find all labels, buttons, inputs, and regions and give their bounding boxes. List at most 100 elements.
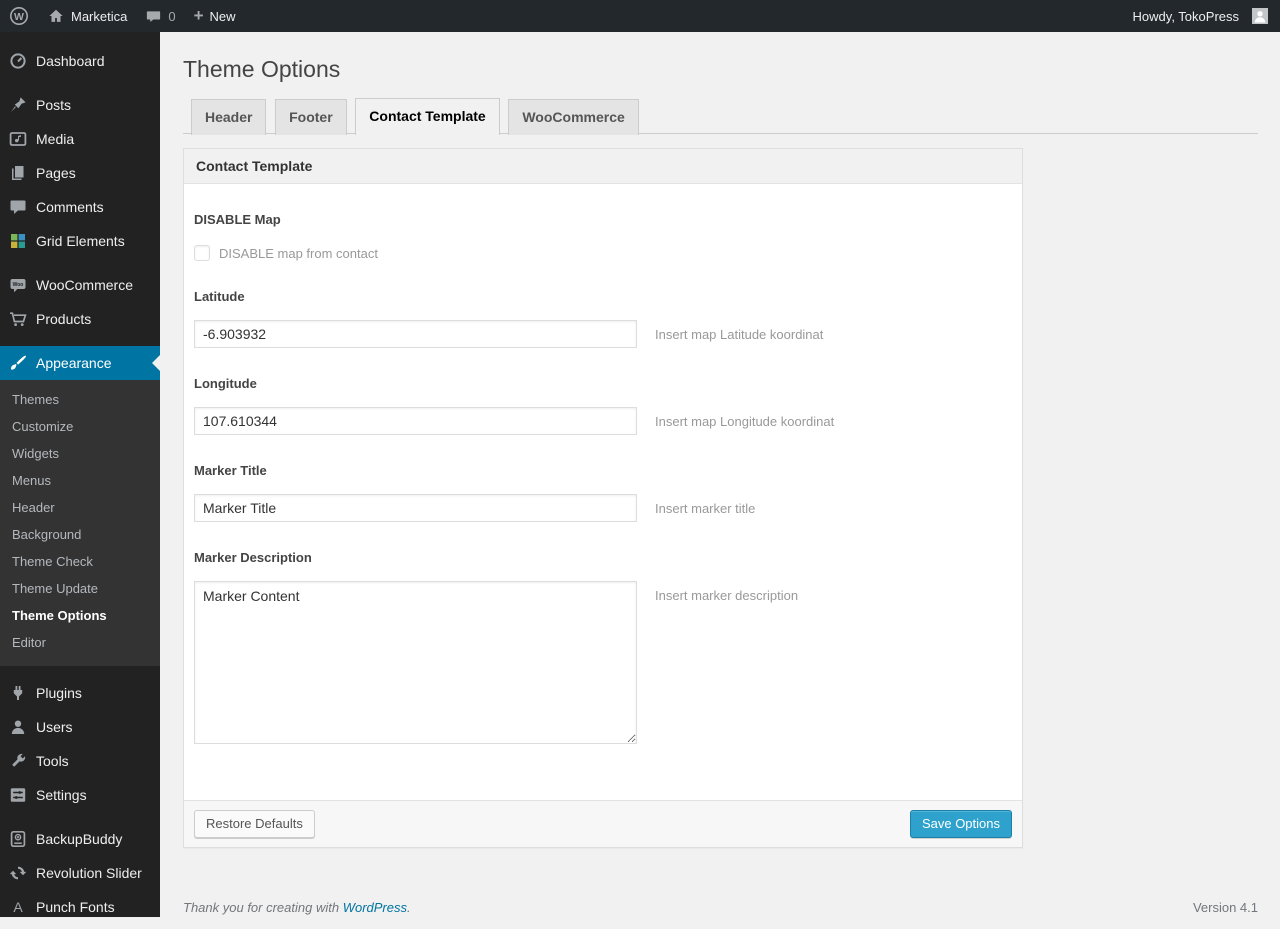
disable-map-checkbox[interactable]: [194, 245, 210, 261]
new-content-menu[interactable]: + New: [185, 0, 245, 32]
comment-count: 0: [168, 9, 175, 24]
options-panel: Contact Template DISABLE Map DISABLE map…: [183, 148, 1023, 848]
wordpress-logo: W: [9, 6, 29, 26]
sidebar-label: Revolution Slider: [36, 863, 142, 883]
sidebar-item-appearance[interactable]: Appearance: [0, 346, 160, 380]
panel-title: Contact Template: [184, 149, 1022, 184]
tab-header[interactable]: Header: [191, 99, 266, 135]
sidebar-label: Dashboard: [36, 51, 105, 71]
sidebar-item-pages[interactable]: Pages: [0, 156, 160, 190]
woocommerce-icon: Woo: [8, 275, 28, 295]
thanks-suffix: .: [407, 900, 411, 915]
refresh-icon: [8, 863, 28, 883]
submenu-item-customize[interactable]: Customize: [0, 413, 160, 440]
marker-title-help: Insert marker title: [655, 494, 755, 516]
tab-footer[interactable]: Footer: [275, 99, 347, 135]
admin-bar: W Marketica 0 + New Howdy, TokoPress: [0, 0, 1280, 32]
submenu-item-header[interactable]: Header: [0, 494, 160, 521]
submenu-item-menus[interactable]: Menus: [0, 467, 160, 494]
sidebar-item-revolution-slider[interactable]: Revolution Slider: [0, 856, 160, 890]
submenu-item-theme-update[interactable]: Theme Update: [0, 575, 160, 602]
longitude-input[interactable]: [194, 407, 637, 435]
marker-title-row: Insert marker title: [194, 494, 1012, 522]
svg-text:Woo: Woo: [13, 282, 24, 288]
menu-separator: [0, 666, 160, 676]
sidebar-item-woocommerce[interactable]: Woo WooCommerce: [0, 268, 160, 302]
home-icon: [47, 7, 65, 25]
panel-footer: Restore Defaults Save Options: [184, 800, 1022, 847]
marker-title-label: Marker Title: [194, 463, 1012, 478]
field-group-longitude: Longitude Insert map Longitude koordinat: [194, 376, 1012, 435]
submenu-item-themes[interactable]: Themes: [0, 386, 160, 413]
page-title: Theme Options: [183, 32, 1258, 84]
sidebar-item-plugins[interactable]: Plugins: [0, 676, 160, 710]
tab-contact-template[interactable]: Contact Template: [355, 98, 499, 135]
backup-icon: [8, 829, 28, 849]
comment-icon: [8, 197, 28, 217]
sidebar-item-products[interactable]: Products: [0, 302, 160, 336]
sidebar-item-dashboard[interactable]: Dashboard: [0, 44, 160, 78]
sidebar-label: WooCommerce: [36, 275, 133, 295]
menu-separator: [0, 258, 160, 268]
letter-a-icon: A: [8, 897, 28, 917]
grid-icon: [8, 231, 28, 251]
menu-separator: [0, 812, 160, 822]
save-options-button[interactable]: Save Options: [910, 810, 1012, 838]
submenu-item-background[interactable]: Background: [0, 521, 160, 548]
sidebar-item-media[interactable]: Media: [0, 122, 160, 156]
sidebar-item-posts[interactable]: Posts: [0, 88, 160, 122]
sidebar-item-backupbuddy[interactable]: BackupBuddy: [0, 822, 160, 856]
restore-defaults-button[interactable]: Restore Defaults: [194, 810, 315, 838]
sidebar-item-comments[interactable]: Comments: [0, 190, 160, 224]
pushpin-icon: [8, 95, 28, 115]
panel-body: DISABLE Map DISABLE map from contact Lat…: [184, 184, 1022, 800]
comments-menu[interactable]: 0: [136, 0, 184, 32]
site-name-menu[interactable]: Marketica: [38, 0, 136, 32]
media-icon: [8, 129, 28, 149]
sidebar-label: Settings: [36, 785, 87, 805]
field-group-marker-title: Marker Title Insert marker title: [194, 463, 1012, 522]
plus-icon: +: [194, 7, 204, 24]
sidebar-label: Media: [36, 129, 74, 149]
howdy-menu[interactable]: Howdy, TokoPress: [1124, 0, 1268, 32]
sidebar-item-users[interactable]: Users: [0, 710, 160, 744]
sidebar-item-tools[interactable]: Tools: [0, 744, 160, 778]
svg-text:W: W: [14, 11, 24, 23]
sidebar-label: Comments: [36, 197, 104, 217]
site-name: Marketica: [71, 9, 127, 24]
wordpress-link[interactable]: WordPress: [343, 900, 407, 915]
dashboard-icon: [8, 51, 28, 71]
marker-description-label: Marker Description: [194, 550, 1012, 565]
tab-woocommerce[interactable]: WooCommerce: [508, 99, 638, 135]
thanks-prefix: Thank you for creating with: [183, 900, 343, 915]
sidebar-item-grid-elements[interactable]: Grid Elements: [0, 224, 160, 258]
sidebar-label: Products: [36, 309, 91, 329]
disable-map-checkbox-label: DISABLE map from contact: [219, 246, 378, 261]
longitude-help: Insert map Longitude koordinat: [655, 407, 834, 429]
longitude-label: Longitude: [194, 376, 1012, 391]
main-content: Theme Options Header Footer Contact Temp…: [160, 0, 1280, 929]
marker-description-textarea[interactable]: Marker Content: [194, 581, 637, 744]
sidebar-label: Posts: [36, 95, 71, 115]
field-group-latitude: Latitude Insert map Latitude koordinat: [194, 289, 1012, 348]
submenu-item-theme-options[interactable]: Theme Options: [0, 602, 160, 629]
admin-menu: Dashboard Posts Media Pages Comments Gri…: [0, 32, 160, 917]
sidebar-label: Grid Elements: [36, 231, 125, 251]
admin-bar-right: Howdy, TokoPress: [1124, 0, 1280, 32]
cart-icon: [8, 309, 28, 329]
submenu-item-editor[interactable]: Editor: [0, 629, 160, 656]
marker-description-row: Marker Content Insert marker description: [194, 581, 1012, 744]
marker-title-input[interactable]: [194, 494, 637, 522]
sidebar-label: BackupBuddy: [36, 829, 122, 849]
submenu-item-theme-check[interactable]: Theme Check: [0, 548, 160, 575]
comment-bubble-icon: [145, 8, 162, 25]
sidebar-label: Punch Fonts: [36, 897, 115, 917]
sidebar-label: Users: [36, 717, 73, 737]
sidebar-item-settings[interactable]: Settings: [0, 778, 160, 812]
appearance-submenu: Themes Customize Widgets Menus Header Ba…: [0, 380, 160, 666]
submenu-item-widgets[interactable]: Widgets: [0, 440, 160, 467]
wordpress-logo-menu[interactable]: W: [0, 0, 38, 32]
settings-icon: [8, 785, 28, 805]
latitude-label: Latitude: [194, 289, 1012, 304]
latitude-input[interactable]: [194, 320, 637, 348]
